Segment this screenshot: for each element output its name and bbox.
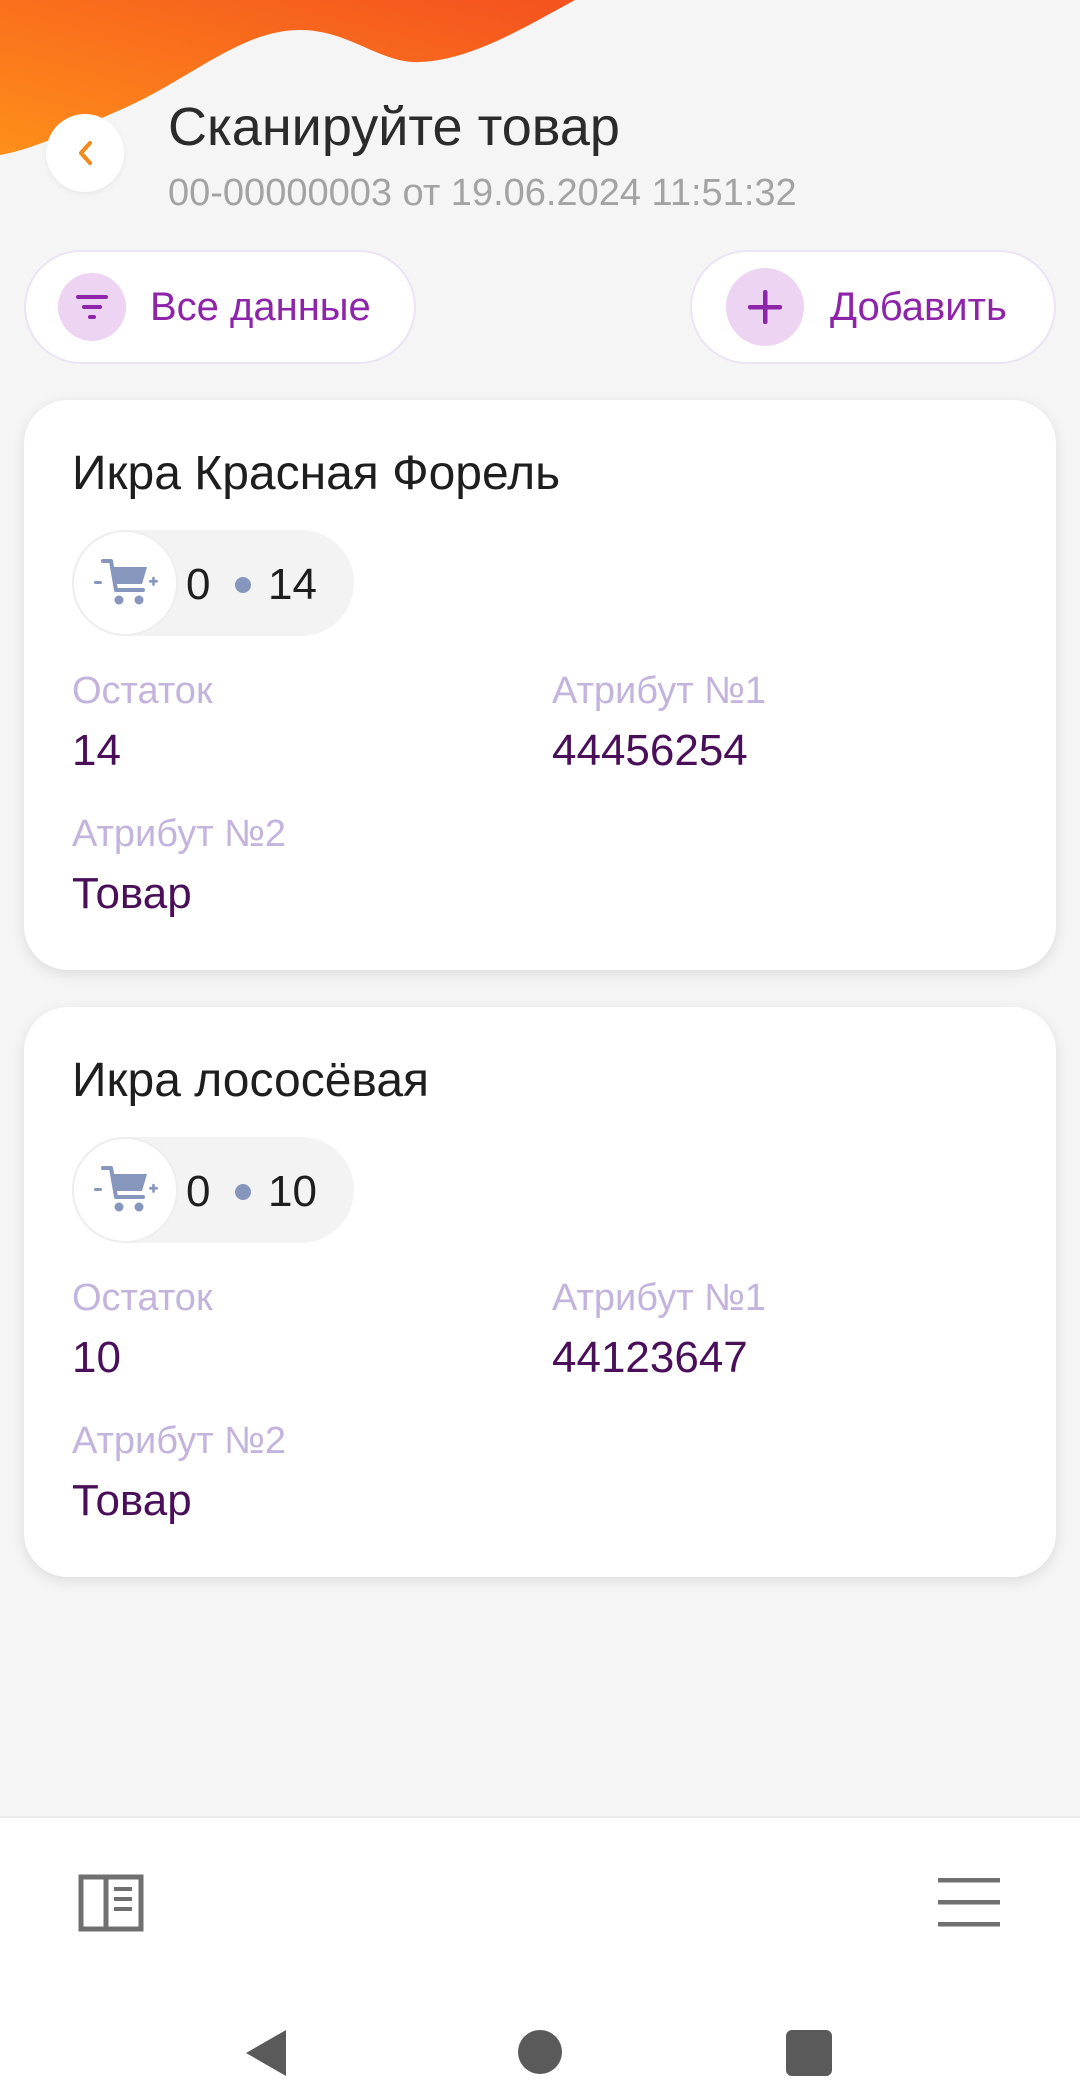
attr1-value: 44456254 bbox=[552, 726, 748, 775]
back-button[interactable] bbox=[46, 114, 124, 192]
stock-value: 10 bbox=[72, 1333, 121, 1382]
add-label: Добавить bbox=[830, 284, 1007, 329]
plus-icon bbox=[726, 268, 804, 346]
system-home-icon[interactable] bbox=[518, 2030, 562, 2074]
bottom-navigation bbox=[0, 1816, 1080, 2100]
qty-separator-dot bbox=[235, 1184, 251, 1200]
stock-label: Остаток bbox=[72, 670, 213, 712]
cart-button[interactable] bbox=[72, 530, 178, 636]
stock-value: 14 bbox=[72, 726, 121, 775]
qty-scanned: 0 bbox=[186, 560, 211, 609]
attr1-label: Атрибут №1 bbox=[552, 1277, 767, 1319]
side-panel-icon[interactable] bbox=[78, 1874, 144, 1932]
add-button[interactable]: Добавить bbox=[690, 250, 1056, 364]
attr2-value: Товар bbox=[72, 1476, 192, 1525]
system-recents-icon[interactable] bbox=[786, 2030, 832, 2076]
attr2-label: Атрибут №2 bbox=[72, 1420, 287, 1462]
product-name: Икра лососёвая bbox=[72, 1054, 430, 1107]
attr1-value: 44123647 bbox=[552, 1333, 748, 1382]
product-name: Икра Красная Форель bbox=[72, 447, 561, 500]
filter-label: Все данные bbox=[150, 284, 371, 329]
chevron-left-icon bbox=[79, 141, 92, 165]
attr2-value: Товар bbox=[72, 869, 192, 918]
product-card[interactable]: Икра Красная Форель 0 14 Остаток 14 Атри… bbox=[24, 400, 1056, 970]
qty-separator-dot bbox=[235, 577, 251, 593]
cart-icon bbox=[94, 559, 158, 605]
filter-icon bbox=[58, 273, 126, 341]
attr1-label: Атрибут №1 bbox=[552, 670, 767, 712]
quantity-indicator: 0 14 bbox=[72, 530, 354, 636]
attr2-label: Атрибут №2 bbox=[72, 813, 287, 855]
system-back-icon[interactable] bbox=[244, 2028, 288, 2078]
qty-total: 10 bbox=[268, 1167, 317, 1216]
filter-all-data-button[interactable]: Все данные bbox=[24, 250, 416, 364]
cart-button[interactable] bbox=[72, 1137, 178, 1243]
qty-scanned: 0 bbox=[186, 1167, 211, 1216]
cart-icon bbox=[94, 1166, 158, 1212]
stock-label: Остаток bbox=[72, 1277, 213, 1319]
hamburger-menu-icon[interactable] bbox=[938, 1876, 1000, 1928]
page-title: Сканируйте товар bbox=[168, 97, 620, 157]
product-card[interactable]: Икра лососёвая 0 10 Остаток 10 Атрибут №… bbox=[24, 1007, 1056, 1577]
document-subtitle: 00-00000003 от 19.06.2024 11:51:32 bbox=[168, 172, 797, 214]
quantity-indicator: 0 10 bbox=[72, 1137, 354, 1243]
qty-total: 14 bbox=[268, 560, 317, 609]
